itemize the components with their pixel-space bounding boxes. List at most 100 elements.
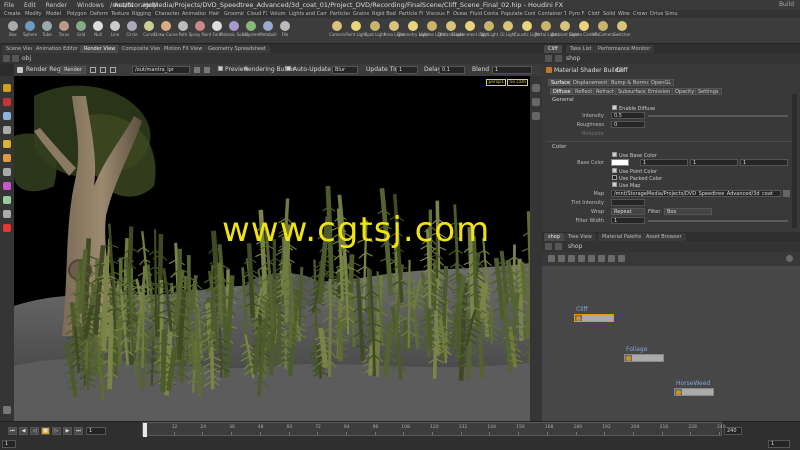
flag-icon[interactable] [618,255,625,262]
step-forward-button[interactable]: ▶ [63,427,72,435]
camera-icon[interactable] [194,67,200,73]
shelf-tab-viscous-fluids[interactable]: Viscous Fluids [424,10,450,18]
shelf-tab-pyro-fx[interactable]: Pyro FX [567,10,585,18]
shelf-tab-hair[interactable]: Hair [207,10,221,18]
stop-button[interactable]: ■ [41,427,50,435]
zoom-icon[interactable] [3,126,11,134]
shelf-tool-spot-light[interactable]: Spot Light [365,19,385,43]
delay-field[interactable]: 0.1 [439,66,465,74]
shelf-tool-circle[interactable]: Circle [125,19,139,43]
stop-render-icon[interactable] [3,224,11,232]
use-point-color-checkbox[interactable] [612,168,617,173]
grid-icon[interactable] [558,255,565,262]
shelf-tab-character[interactable]: Character [153,10,179,18]
shelf-tool-caustic-light[interactable]: Caustic Light [514,19,540,43]
shelf-tool-curve[interactable]: Curve [142,19,156,43]
tab-render-view[interactable]: Render View [80,45,120,53]
intensity-field[interactable]: 0.5 [611,112,645,119]
network-path[interactable]: shop [568,243,582,250]
shelf-tool-line[interactable]: Line [108,19,122,43]
shelf-tab-animation[interactable]: Animation [180,10,206,18]
base-color-swatch[interactable] [611,159,629,166]
add-icon[interactable] [548,255,555,262]
tab-animation-editor[interactable]: Animation Editor [32,45,82,53]
tab-shop[interactable]: shop [544,233,565,241]
filter-select[interactable]: Box [664,208,712,215]
param-path[interactable]: shop [566,55,580,62]
use-packed-color-checkbox[interactable] [612,175,617,180]
shelf-tool-point-light[interactable]: Point Light [345,19,367,43]
shelf-tab-create[interactable]: Create [2,10,22,18]
shelf-tool-l-system[interactable]: L-System [242,19,260,43]
shelf-tool-grid[interactable]: Grid [74,19,88,43]
auto-update-checkbox[interactable] [286,66,291,71]
shelf-tab-rigging[interactable]: Rigging [130,10,152,18]
filter-width-slider[interactable] [648,220,788,222]
display-options-icon[interactable] [532,84,540,92]
shelf-tab-fluid-containers[interactable]: Fluid Containers [468,10,498,18]
shelf-tool-spray-paint[interactable]: Spray Paint [189,19,211,43]
shelf-tab-particles[interactable]: Particles [328,10,350,18]
shelf-tool-metaball[interactable]: Metaball [259,19,277,43]
shelf-tool-stereo-camera[interactable]: Stereo Camera [569,19,599,43]
forward-arrow-icon[interactable] [555,243,562,250]
tab-asset-browser[interactable]: Asset Browser [642,233,686,241]
shelf-tab-volume[interactable]: Volume [268,10,286,18]
base-color-r[interactable]: 1 [640,159,688,166]
path-obj[interactable]: obj [22,55,31,62]
shelf-tab-rigid-bodies[interactable]: Rigid Bodies [370,10,396,18]
shelf-tool-distant-light[interactable]: Distant Light [438,19,464,43]
map-path-field[interactable]: /mnt/StorageMedia/Projects/DVD_Speedtree… [611,190,781,197]
pause-icon[interactable] [100,67,106,73]
shelf-tool-platonic-solids[interactable]: Platonic Solids [220,19,248,43]
help-icon[interactable] [786,255,793,262]
shelf-tab-texture[interactable]: Texture [109,10,129,18]
shelf-tool-switcher[interactable]: Switcher [613,19,631,43]
add-snapshot-icon[interactable] [3,406,11,414]
color-mode-select[interactable]: Blur [332,66,358,74]
tab-opengl[interactable]: OpenGL [648,79,675,86]
list-icon[interactable] [578,255,585,262]
enable-diffuse-checkbox[interactable] [612,105,617,110]
node-foliage[interactable] [624,354,664,362]
crop-icon[interactable] [3,196,11,204]
shelf-tool-portal-light[interactable]: Portal Light [535,19,557,43]
stop-icon[interactable] [90,67,96,73]
menu-windows[interactable]: Windows [77,2,104,9]
shelf-tool-path[interactable]: Path [176,19,190,43]
shelf-tab-crowds[interactable]: Crowds [631,10,647,18]
param-scrollbar[interactable] [792,94,797,228]
base-color-b[interactable]: 1 [740,159,788,166]
shelf-tool-font[interactable]: Font [210,19,224,43]
preview-checkbox[interactable] [218,66,223,71]
tab-composite-view[interactable]: Composite View [118,45,167,53]
intensity-slider[interactable] [648,115,788,117]
network-editor[interactable]: Cliff Foliage HorseWeed [542,266,800,426]
shelf-tool-tube[interactable]: Tube [40,19,54,43]
shelf-tool-sphere[interactable]: Sphere [23,19,37,43]
start-frame-field[interactable]: 1 [2,440,16,448]
forward-arrow-icon[interactable] [555,55,562,62]
file-browse-icon[interactable] [783,190,790,197]
shelf-tab-grains[interactable]: Grains [351,10,369,18]
renderer-select[interactable]: /out/mantra_ipr [132,66,190,74]
shelf-tab-model[interactable]: Model [44,10,63,18]
shelf-tab-populate-containers[interactable]: Populate Containers [499,10,535,18]
tab-performance-monitor[interactable]: Performance Monitor [594,45,655,53]
playhead[interactable] [143,423,147,437]
subtab-opacity[interactable]: Opacity [672,88,698,95]
back-arrow-icon[interactable] [545,243,552,250]
use-base-color-checkbox[interactable] [612,152,617,157]
shelf-tab-oceans[interactable]: Oceans [451,10,467,18]
lut-icon[interactable] [532,98,540,106]
use-map-checkbox[interactable] [612,182,617,187]
subtab-diffuse[interactable]: Diffuse [550,88,574,95]
blend-field[interactable]: 1 [492,66,532,74]
subtab-emission[interactable]: Emission [645,88,674,95]
tab-take-list[interactable]: Take List [566,45,596,53]
shelf-tool-camera[interactable]: Camera [329,19,345,43]
menu-render[interactable]: Render [46,2,67,9]
filter-width-field[interactable]: 1 [611,217,645,224]
node-cliff[interactable] [574,314,614,322]
roughness-field[interactable]: 0 [611,121,645,128]
